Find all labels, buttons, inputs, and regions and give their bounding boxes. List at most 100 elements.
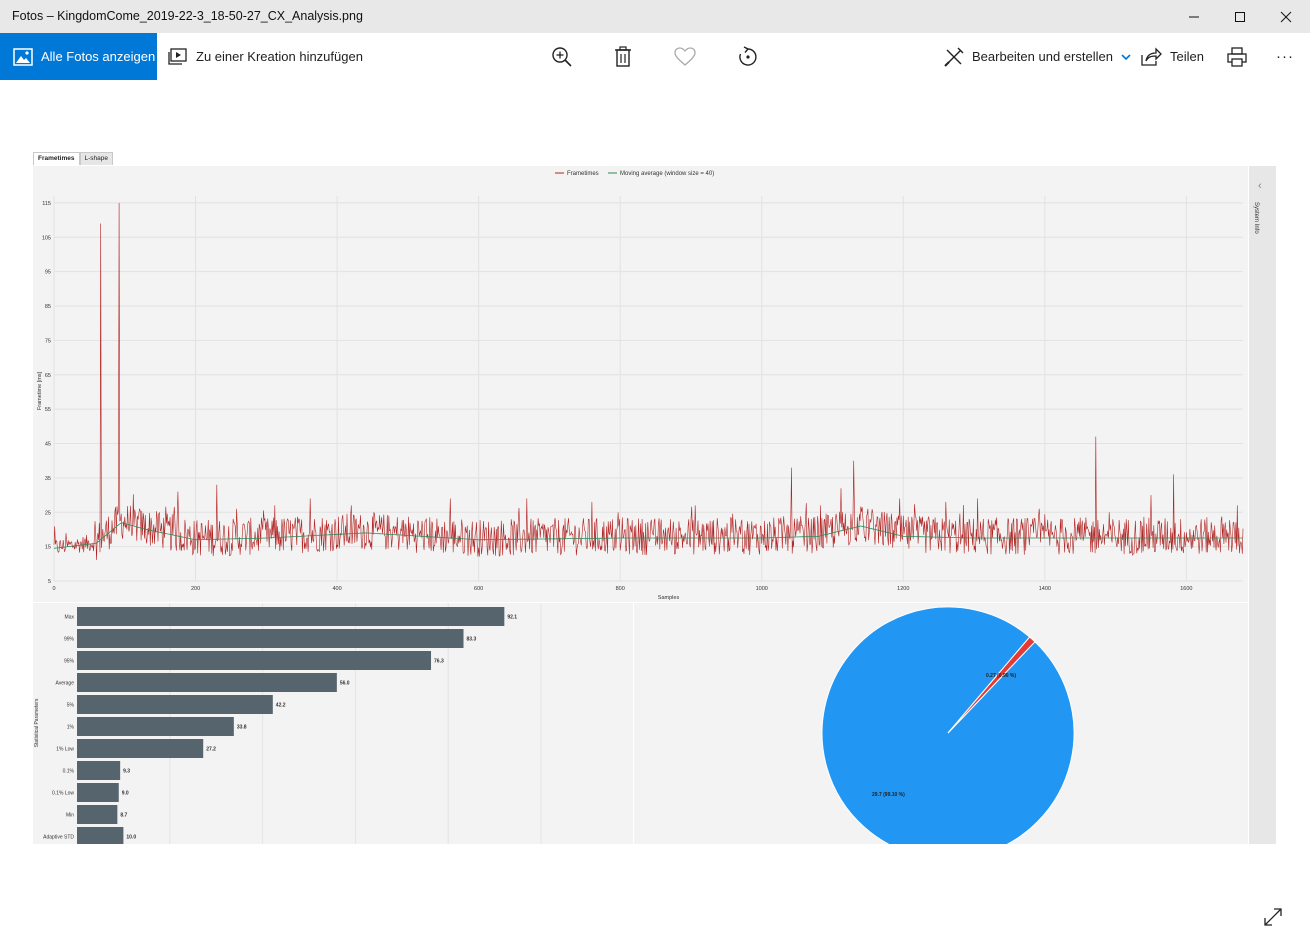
y-tick-label: 115 — [42, 201, 51, 207]
pie-chart-panel: 29.7 (99.10 %) 0.27 (0.90 %) — [634, 603, 1248, 844]
value-label: 33.8 — [237, 725, 247, 731]
value-label: 92.1 — [507, 615, 517, 621]
y-tick-label: 65 — [45, 373, 51, 379]
edit-create-icon — [944, 47, 964, 67]
stat-bar — [77, 673, 337, 692]
y-tick-label: 75 — [45, 338, 51, 344]
heart-icon — [674, 47, 696, 66]
stat-bar — [77, 651, 432, 670]
frametime-line-chart: 5 15 25 35 45 55 65 75 85 95 105 115 0 200 400 600 800 10… — [37, 171, 1244, 601]
x-tick-label: 200 — [191, 586, 200, 592]
y-tick-label: 35 — [45, 476, 51, 482]
value-label: 42.2 — [276, 703, 286, 709]
photo-gallery-icon — [13, 47, 33, 66]
value-label: 27.2 — [206, 747, 216, 753]
y-tick-label: 105 — [42, 235, 51, 241]
category-label: 1% — [67, 725, 75, 731]
edit-and-create-button[interactable]: Bearbeiten und erstellen — [944, 33, 1132, 80]
stat-bar — [77, 827, 124, 846]
frametimes-series — [53, 202, 1244, 561]
share-icon — [1141, 46, 1162, 66]
stat-bar — [77, 739, 204, 758]
x-tick-label: 1200 — [897, 586, 909, 592]
title-bar: Fotos – KingdomCome_2019-22-3_18-50-27_C… — [0, 0, 1310, 33]
y-tick-label: 95 — [45, 270, 51, 276]
value-label: 76.3 — [434, 659, 444, 665]
rotate-icon — [739, 46, 757, 66]
y-tick-label: 55 — [45, 407, 51, 413]
stat-bar — [77, 761, 121, 780]
x-tick-label: 400 — [333, 586, 342, 592]
legend-label-frametimes: Frametimes — [567, 171, 599, 177]
all-photos-button[interactable]: Alle Fotos anzeigen — [0, 33, 157, 80]
value-label: 9.3 — [123, 769, 130, 775]
stat-bar — [77, 717, 234, 736]
y-tick-label: 85 — [45, 304, 51, 310]
share-label: Teilen — [1170, 49, 1204, 64]
window-title: Fotos – KingdomCome_2019-22-3_18-50-27_C… — [12, 9, 363, 23]
x-tick-label: 1000 — [756, 586, 768, 592]
add-to-creation-label: Zu einer Kreation hinzufügen — [196, 49, 363, 64]
tab-l-shape: L-shape — [79, 152, 113, 165]
value-label: 10.0 — [126, 835, 136, 841]
y-tick-label: 45 — [45, 442, 51, 448]
x-tick-label: 0 — [52, 586, 55, 592]
statistics-bar-chart: Max 92.1 99% 83.3 95% 76.3 Average 56.0 5% 42.2 1%… — [34, 603, 542, 846]
pie-label-large: 29.7 (99.10 %) — [872, 792, 905, 798]
add-creation-icon — [168, 47, 187, 65]
favorite-button[interactable] — [670, 42, 700, 72]
more-button[interactable]: ··· — [1276, 33, 1294, 80]
rotate-button[interactable] — [733, 42, 763, 72]
y-tick-label: 25 — [45, 510, 51, 516]
stat-bar — [77, 805, 118, 824]
frametime-chart-panel: 5 15 25 35 45 55 65 75 85 95 105 115 0 200 400 600 800 10… — [33, 166, 1248, 602]
category-label: 0.1% — [63, 769, 75, 775]
chart-tabs: Frametimes L-shape — [33, 152, 113, 166]
system-info-label: System Info — [1253, 202, 1259, 234]
value-label: 8.7 — [120, 813, 127, 819]
pie-slice-large — [821, 606, 1075, 844]
zoom-button[interactable] — [547, 42, 577, 72]
legend-label-moving-average: Moving average (window size = 40) — [620, 171, 714, 177]
category-label: 5% — [67, 703, 75, 709]
tab-frametimes: Frametimes — [33, 152, 80, 165]
stat-bar — [77, 695, 273, 714]
minimize-button[interactable] — [1171, 0, 1217, 33]
chevron-down-icon — [1121, 53, 1131, 60]
value-label: 9.0 — [122, 791, 129, 797]
zoom-in-icon — [552, 47, 572, 67]
delete-button[interactable] — [608, 42, 638, 72]
photo-canvas: Frametimes L-shape 5 15 25 35 45 55 65 75 85 95 10… — [33, 152, 1276, 846]
expand-icon[interactable] — [1262, 906, 1284, 928]
y-axis-label: Statistical Parameters — [34, 698, 40, 747]
x-axis-label: Samples — [658, 595, 680, 601]
printer-icon — [1227, 47, 1247, 67]
stat-bar — [77, 607, 505, 626]
share-button[interactable]: Teilen — [1140, 33, 1204, 80]
print-button[interactable] — [1222, 42, 1252, 72]
category-label: Max — [65, 615, 75, 621]
pie-label-small: 0.27 (0.90 %) — [986, 673, 1016, 679]
category-label: 1% Low — [56, 747, 74, 753]
x-tick-label: 1400 — [1039, 586, 1051, 592]
maximize-button[interactable] — [1217, 0, 1263, 33]
close-button[interactable] — [1263, 0, 1309, 33]
stat-bar — [77, 629, 464, 648]
chevron-left-icon: ‹ — [1258, 180, 1262, 192]
all-photos-label: Alle Fotos anzeigen — [41, 49, 156, 64]
edit-and-create-label: Bearbeiten und erstellen — [972, 49, 1113, 64]
system-info-panel: ‹ System Info — [1249, 166, 1276, 844]
value-label: 56.0 — [340, 681, 350, 687]
category-label: 0.1% Low — [52, 791, 74, 797]
category-label: 95% — [64, 659, 75, 665]
category-label: Min — [66, 813, 74, 819]
y-tick-label: 5 — [48, 579, 51, 585]
more-icon: ··· — [1276, 48, 1294, 65]
x-tick-label: 600 — [474, 586, 483, 592]
minimize-icon — [1189, 16, 1199, 17]
add-to-creation-button[interactable]: Zu einer Kreation hinzufügen — [168, 33, 363, 80]
maximize-icon — [1235, 11, 1245, 22]
statistics-bar-panel: Max 92.1 99% 83.3 95% 76.3 Average 56.0 5% 42.2 1%… — [33, 603, 633, 846]
category-label: Average — [55, 681, 74, 687]
value-label: 83.3 — [467, 637, 477, 643]
